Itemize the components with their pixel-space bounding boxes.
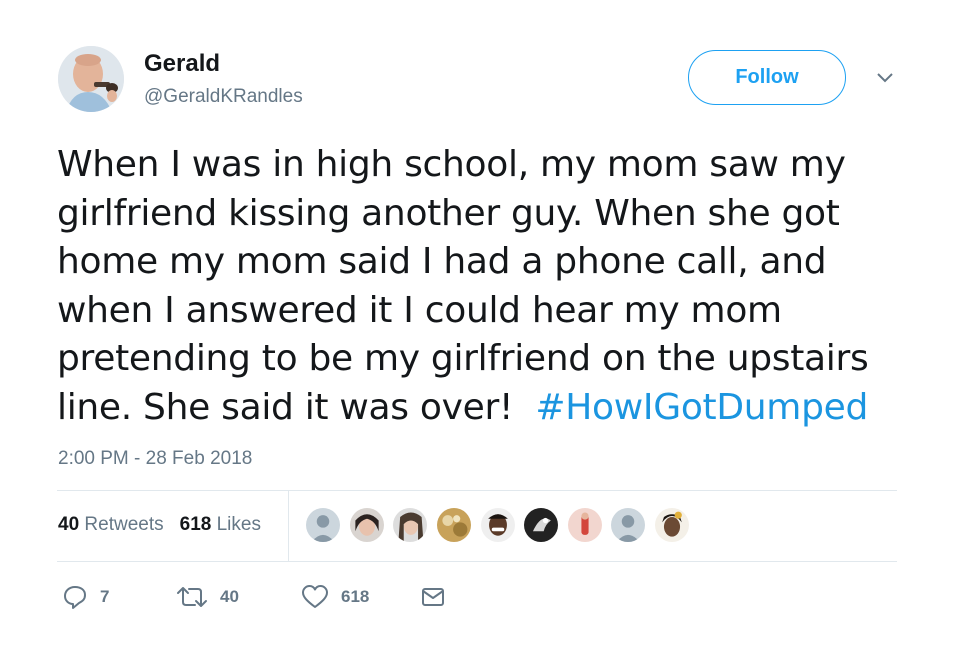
- liker-avatar[interactable]: [435, 506, 473, 544]
- stats-divider: [288, 491, 289, 561]
- heart-icon: [302, 585, 328, 608]
- reply-button[interactable]: 7: [62, 584, 109, 610]
- direct-message-button[interactable]: [420, 584, 446, 610]
- liker-avatar[interactable]: [522, 506, 560, 544]
- reply-icon: [64, 586, 86, 609]
- retweet-button[interactable]: 40: [176, 584, 239, 610]
- liker-avatar[interactable]: [609, 506, 647, 544]
- engagement-stats: 40 Retweets 618 Likes: [58, 514, 261, 536]
- follow-button[interactable]: Follow: [688, 50, 846, 105]
- envelope-icon: [422, 588, 444, 606]
- likes-label: Likes: [216, 514, 261, 535]
- like-button[interactable]: 618: [301, 584, 369, 610]
- tweet-line-last: line. She said it was over! #HowIGotDump…: [57, 384, 927, 433]
- like-count: 618: [341, 587, 370, 606]
- likes-stat[interactable]: 618 Likes: [180, 514, 261, 535]
- retweets-stat[interactable]: 40 Retweets: [58, 514, 164, 535]
- retweets-label: Retweets: [84, 514, 164, 535]
- tweet-line: When I was in high school, my mom saw my: [57, 144, 846, 185]
- tweet-line: when I answered it I could hear my mom: [57, 289, 782, 331]
- hashtag-link[interactable]: #HowIGotDumped: [535, 387, 868, 428]
- liker-avatar[interactable]: [653, 506, 691, 544]
- tweet-text: When I was in high school, my mom saw my…: [57, 141, 927, 432]
- tweet-line: girlfriend kissing another guy. When she…: [57, 192, 840, 234]
- retweets-count: 40: [58, 514, 80, 535]
- liker-avatar[interactable]: [348, 506, 386, 544]
- tweet-line-last-text: line. She said it was over!: [57, 386, 514, 428]
- avatar-image: [58, 46, 124, 112]
- liker-avatar[interactable]: [304, 506, 342, 544]
- tweet-timestamp[interactable]: 2:00 PM - 28 Feb 2018: [58, 448, 252, 470]
- likes-count: 618: [179, 514, 212, 535]
- author-name[interactable]: Gerald: [144, 50, 220, 78]
- tweet-line: home my mom said I had a phone call, and: [57, 241, 827, 282]
- liker-avatar[interactable]: [566, 506, 604, 544]
- tweet-line: pretending to be my girlfriend on the up…: [57, 338, 869, 379]
- reply-count: 7: [100, 587, 110, 606]
- divider-bottom: [57, 561, 897, 562]
- divider-top: [57, 490, 897, 491]
- author-avatar[interactable]: [58, 46, 124, 112]
- liker-avatar[interactable]: [391, 506, 429, 544]
- retweet-icon: [177, 587, 207, 607]
- author-handle[interactable]: @GeraldKRandles: [144, 86, 303, 108]
- liker-avatar[interactable]: [479, 506, 517, 544]
- retweet-count: 40: [220, 587, 239, 606]
- chevron-down-icon[interactable]: [872, 68, 898, 88]
